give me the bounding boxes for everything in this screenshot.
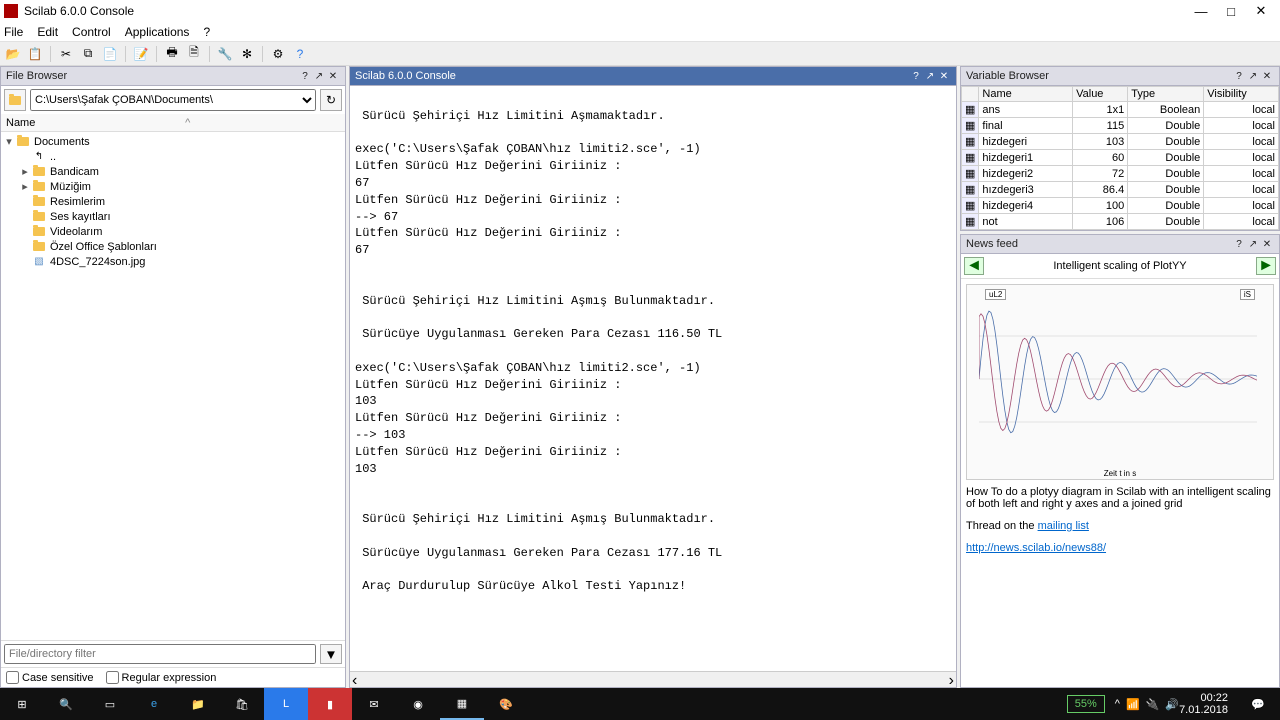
menu-edit[interactable]: Edit (37, 25, 58, 39)
console-title: Scilab 6.0.0 Console ? ↗ ✕ (349, 66, 957, 86)
minimize-button[interactable]: — (1186, 4, 1216, 19)
news-prev-button[interactable]: ◄ (964, 257, 984, 275)
scinotes-icon[interactable]: 📝 (132, 45, 150, 63)
battery-indicator[interactable]: 55% (1067, 695, 1105, 713)
tree-item[interactable]: Ses kayıtları (3, 209, 343, 224)
page-icon[interactable]: 🗎 (185, 45, 203, 63)
scilab-task-icon[interactable]: ▦ (440, 688, 484, 720)
prefs-icon[interactable]: ⚙ (269, 45, 287, 63)
case-sensitive-checkbox[interactable]: Case sensitive (6, 671, 94, 684)
taskbar: ⊞ 🔍 ▭ e 📁 🛍 L ▮ ✉ ◉ ▦ 🎨 55% ^ 📶 🔌 🔊 00:2… (0, 688, 1280, 720)
nf-close-icon[interactable]: ✕ (1260, 239, 1274, 250)
vb-close-icon[interactable]: ✕ (1260, 71, 1274, 82)
news-chart: uL2 iS Zeit t in s (966, 284, 1274, 480)
vb-undock-icon[interactable]: ↗ (1246, 71, 1260, 82)
nf-undock-icon[interactable]: ↗ (1246, 239, 1260, 250)
app-red-icon[interactable]: ▮ (308, 688, 352, 720)
app-l-icon[interactable]: L (264, 688, 308, 720)
tree-item[interactable]: ▸Bandicam (3, 164, 343, 179)
variable-row[interactable]: ▦not106Doublelocal (962, 214, 1279, 230)
store-icon[interactable]: 🛍 (220, 688, 264, 720)
tree-item[interactable]: ▸Müziğim (3, 179, 343, 194)
tree-item[interactable]: Resimlerim (3, 194, 343, 209)
window-titlebar: Scilab 6.0.0 Console — □ ✕ (0, 0, 1280, 22)
taskview-icon[interactable]: ▭ (88, 688, 132, 720)
con-help-icon[interactable]: ? (909, 71, 923, 82)
clock[interactable]: 00:22 7.01.2018 (1179, 692, 1236, 716)
paint-icon[interactable]: 🎨 (484, 688, 528, 720)
edge-icon[interactable]: e (132, 688, 176, 720)
window-title: Scilab 6.0.0 Console (24, 4, 134, 18)
network-icon[interactable]: 📶 (1126, 698, 1140, 711)
path-select[interactable]: C:\Users\Şafak ÇOBAN\Documents\ (30, 89, 316, 111)
tree-item[interactable]: ↰.. (3, 149, 343, 164)
tree-item[interactable]: Videolarım (3, 224, 343, 239)
con-close-icon[interactable]: ✕ (937, 71, 951, 82)
up-folder-button[interactable] (4, 89, 26, 111)
print-icon[interactable]: 🖶 (163, 45, 181, 63)
horizontal-scrollbar[interactable]: ‹› (350, 671, 956, 687)
tree-item[interactable]: ▾Documents (3, 134, 343, 149)
help-icon[interactable]: ? (291, 45, 309, 63)
fb-help-icon[interactable]: ? (298, 71, 312, 82)
nf-help-icon[interactable]: ? (1232, 239, 1246, 250)
power-icon[interactable]: 🔌 (1146, 698, 1160, 711)
variable-browser-title: Variable Browser ? ↗ ✕ (960, 66, 1280, 86)
start-button[interactable]: ⊞ (0, 688, 44, 720)
tree-item[interactable]: Özel Office Şablonları (3, 239, 343, 254)
filter-button[interactable]: ▼ (320, 644, 342, 664)
atoms-icon[interactable]: 🔧 (216, 45, 234, 63)
variable-row[interactable]: ▦final115Doublelocal (962, 118, 1279, 134)
vb-help-icon[interactable]: ? (1232, 71, 1246, 82)
console-output[interactable]: Sürücü Şehiriçi Hız Limitini Aşmamaktadı… (350, 86, 956, 671)
variable-row[interactable]: ▦hizdegeri272Doublelocal (962, 166, 1279, 182)
news-headline: Intelligent scaling of PlotYY (984, 260, 1256, 272)
menu-file[interactable]: File (4, 25, 23, 39)
volume-icon[interactable]: 🔊 (1165, 698, 1179, 711)
fb-close-icon[interactable]: ✕ (326, 71, 340, 82)
tray-up-icon[interactable]: ^ (1115, 698, 1120, 710)
variable-row[interactable]: ▦hızdegeri386.4Doublelocal (962, 182, 1279, 198)
cut-icon[interactable]: ✂ (57, 45, 75, 63)
news-feed-title: News feed ? ↗ ✕ (960, 234, 1280, 254)
fb-undock-icon[interactable]: ↗ (312, 71, 326, 82)
variable-row[interactable]: ▦ans1x1Booleanlocal (962, 102, 1279, 118)
app-icon (4, 4, 18, 18)
mail-icon[interactable]: ✉ (352, 688, 396, 720)
search-icon[interactable]: 🔍 (44, 688, 88, 720)
column-header-name[interactable]: Name ^ (1, 114, 345, 132)
variable-row[interactable]: ▦hizdegeri4100Doublelocal (962, 198, 1279, 214)
xcos-icon[interactable]: ✻ (238, 45, 256, 63)
news-description: How To do a plotyy diagram in Scilab wit… (966, 486, 1274, 510)
close-button[interactable]: ✕ (1246, 3, 1276, 19)
mailing-list-link[interactable]: mailing list (1038, 520, 1089, 532)
variable-row[interactable]: ▦hizdegeri103Doublelocal (962, 134, 1279, 150)
variable-table[interactable]: Name Value Type Visibility ▦ans1x1Boolea… (961, 86, 1279, 230)
variable-row[interactable]: ▦hizdegeri160Doublelocal (962, 150, 1279, 166)
refresh-button[interactable]: ↻ (320, 89, 342, 111)
news-url-link[interactable]: http://news.scilab.io/news88/ (966, 542, 1106, 554)
notifications-icon[interactable]: 💬 (1236, 688, 1280, 720)
news-next-button[interactable]: ► (1256, 257, 1276, 275)
copy-icon[interactable]: ⧉ (79, 45, 97, 63)
menu-applications[interactable]: Applications (125, 25, 190, 39)
menu-control[interactable]: Control (72, 25, 111, 39)
tree-item[interactable]: ▧4DSC_7224son.jpg (3, 254, 343, 269)
file-browser-title: File Browser ? ↗ ✕ (0, 66, 346, 86)
con-undock-icon[interactable]: ↗ (923, 71, 937, 82)
toolbar: 📂 📋 ✂ ⧉ 📄 📝 🖶 🗎 🔧 ✻ ⚙ ? (0, 42, 1280, 66)
open-icon[interactable]: 📂 (4, 45, 22, 63)
maximize-button[interactable]: □ (1216, 4, 1246, 19)
regex-checkbox[interactable]: Regular expression (106, 671, 217, 684)
paste2-icon[interactable]: 📄 (101, 45, 119, 63)
menubar: File Edit Control Applications ? (0, 22, 1280, 42)
chrome-icon[interactable]: ◉ (396, 688, 440, 720)
menu-help[interactable]: ? (203, 25, 210, 39)
file-tree[interactable]: ▾Documents↰..▸Bandicam▸MüziğimResimlerim… (1, 132, 345, 640)
filter-input[interactable] (4, 644, 316, 664)
explorer-icon[interactable]: 📁 (176, 688, 220, 720)
paste-icon[interactable]: 📋 (26, 45, 44, 63)
